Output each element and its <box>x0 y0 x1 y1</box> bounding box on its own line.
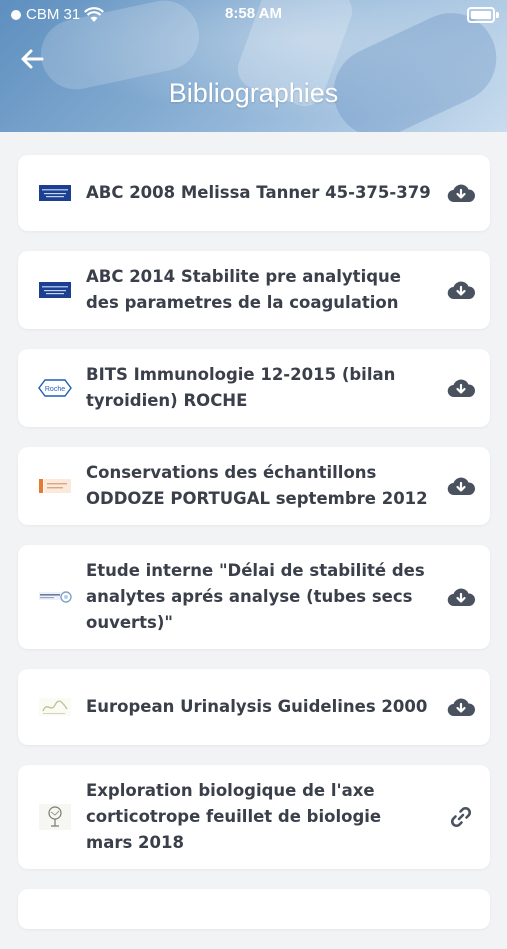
open-link-button[interactable] <box>432 805 490 829</box>
item-title: BITS Immunologie 12-2015 (bilan tyroidie… <box>86 365 396 410</box>
download-button[interactable] <box>432 182 490 204</box>
item-title: ABC 2014 Stabilite pre analytique des pa… <box>86 267 401 312</box>
status-bar: CBM 31 8:58 AM <box>0 0 507 28</box>
roche-logo-text: Roche <box>45 386 65 393</box>
bibliography-list: ABC 2008 Melissa Tanner 45-375-379 ABC 2… <box>18 155 490 949</box>
battery-tip <box>496 12 499 18</box>
download-button[interactable] <box>432 475 490 497</box>
page-title: Bibliographies <box>168 78 339 108</box>
item-title: Conservations des échantillons ODDOZE PO… <box>86 463 428 508</box>
list-item[interactable] <box>18 889 490 929</box>
list-item[interactable]: Etude interne "Délai de stabilité des an… <box>18 545 490 649</box>
download-button[interactable] <box>432 279 490 301</box>
link-icon <box>450 806 472 828</box>
list-item[interactable]: ABC 2008 Melissa Tanner 45-375-379 <box>18 155 490 231</box>
roche-logo: Roche <box>38 379 72 397</box>
battery-icon <box>467 7 495 23</box>
header-banner: CBM 31 8:58 AM Bibliographies <box>0 0 507 132</box>
clock: 8:58 AM <box>225 5 282 22</box>
biomnis-logo <box>38 587 72 607</box>
arrow-left-icon <box>21 49 44 69</box>
item-title: Etude interne "Délai de stabilité des an… <box>86 561 425 632</box>
tree-logo <box>38 804 72 830</box>
download-cloud-icon <box>447 477 475 496</box>
orange-doc-logo <box>38 477 72 495</box>
download-button[interactable] <box>432 377 490 399</box>
item-title: ABC 2008 Melissa Tanner 45-375-379 <box>86 183 431 202</box>
back-button[interactable] <box>18 44 48 74</box>
list-item[interactable]: European Urinalysis Guidelines 2000 <box>18 669 490 745</box>
download-cloud-icon <box>447 281 475 300</box>
download-button[interactable] <box>432 696 490 718</box>
item-title: European Urinalysis Guidelines 2000 <box>86 697 428 716</box>
blue-journal-logo <box>38 282 72 298</box>
guidelines-logo <box>38 697 72 717</box>
download-cloud-icon <box>447 698 475 717</box>
list-item[interactable]: Conservations des échantillons ODDOZE PO… <box>18 447 490 525</box>
download-cloud-icon <box>447 379 475 398</box>
list-item[interactable]: ABC 2014 Stabilite pre analytique des pa… <box>18 251 490 329</box>
download-button[interactable] <box>432 586 490 608</box>
download-cloud-icon <box>447 184 475 203</box>
list-item[interactable]: Roche BITS Immunologie 12-2015 (bilan ty… <box>18 349 490 427</box>
list-item[interactable]: Exploration biologique de l'axe corticot… <box>18 765 490 869</box>
blue-journal-logo <box>38 185 72 201</box>
item-title: Exploration biologique de l'axe corticot… <box>86 781 382 852</box>
download-cloud-icon <box>447 588 475 607</box>
